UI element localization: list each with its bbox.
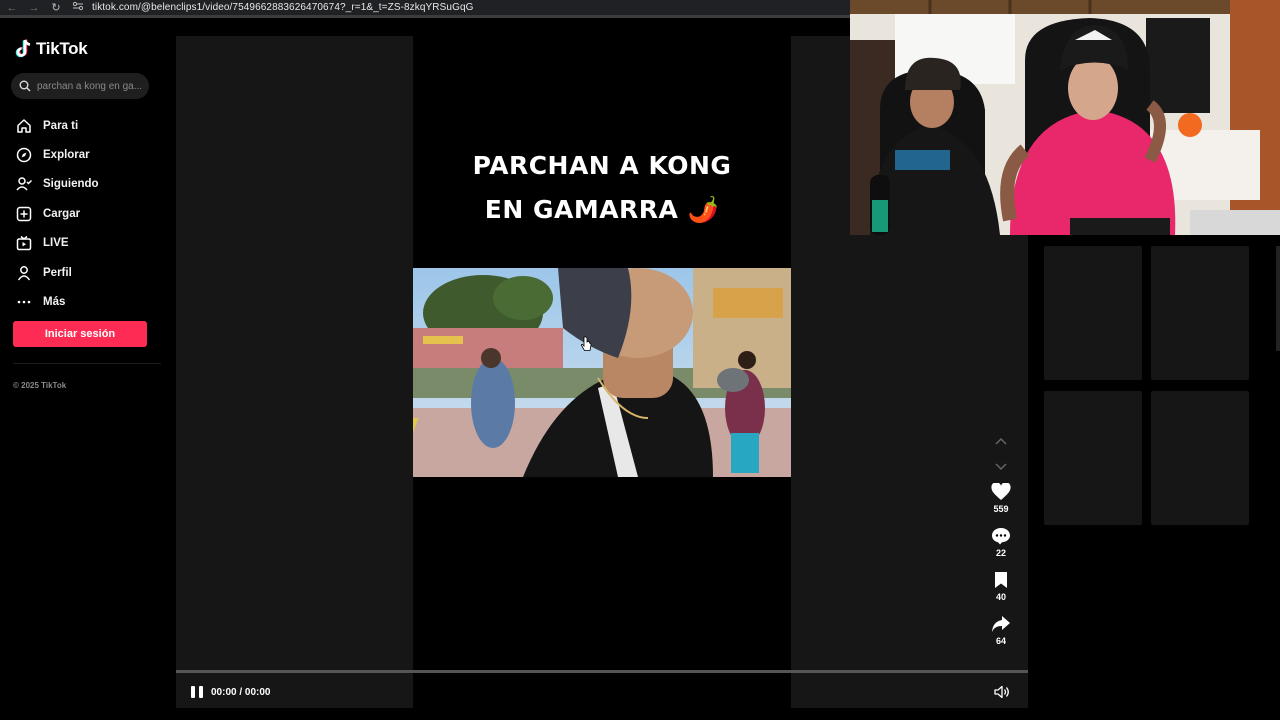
sidebar-item-label: Más [43,296,66,309]
video-controls: 00:00 / 00:00 [176,676,1028,708]
sidebar-item-explorar[interactable]: Explorar [15,140,155,169]
video-progress-bar[interactable] [176,670,1028,673]
url-text[interactable]: tiktok.com/@belenclips1/video/7549662883… [92,2,473,13]
video-frame [413,268,791,477]
sidebar-item-label: Cargar [43,207,81,220]
search-input[interactable] [37,80,141,92]
like-button[interactable]: 559 [986,483,1016,527]
search-icon [19,80,31,92]
scrollbar[interactable] [1276,246,1280,351]
video-thumbnail[interactable] [1151,246,1249,380]
back-icon[interactable]: ← [2,1,22,15]
heart-icon [991,483,1011,500]
bookmark-icon [995,572,1007,588]
browser-address-bar: ← → ↻ tiktok.com/@belenclips1/video/7549… [0,0,850,18]
tiktok-logo[interactable]: TikTok [15,39,88,59]
sidebar-item-siguiendo[interactable]: Siguiendo [15,170,155,199]
login-button[interactable]: Iniciar sesión [13,321,147,347]
webcam-overlay [850,0,1280,235]
save-button[interactable]: 40 [986,571,1016,615]
sidebar-divider [13,363,161,364]
sidebar-item-label: Para ti [43,119,79,132]
sidebar-item-mas[interactable]: Más [15,287,155,316]
chevron-up-icon[interactable] [991,428,1011,454]
reload-icon[interactable]: ↻ [46,1,66,15]
sidebar-nav: Para ti Explorar Siguiendo Cargar LIVE P… [15,111,155,317]
video-thumbnail[interactable] [1044,246,1142,380]
sidebar-item-label: Siguiendo [43,178,99,191]
sidebar-item-label: LIVE [43,237,69,250]
video-thumbnail[interactable] [1044,391,1142,525]
upload-icon [15,205,33,223]
following-icon [15,175,33,193]
sidebar-item-perfil[interactable]: Perfil [15,258,155,287]
live-icon [15,234,33,252]
search-box[interactable] [11,73,149,99]
caption-line-1: PARCHAN A KONG [472,151,732,180]
logo-text: TikTok [36,39,88,58]
volume-icon[interactable] [994,685,1010,704]
video-thumbnail[interactable] [1151,391,1249,525]
comment-icon [992,528,1010,545]
pause-button[interactable] [191,686,203,698]
chevron-down-icon[interactable] [991,454,1011,480]
share-icon [992,616,1010,632]
mouse-cursor-icon [580,336,592,357]
video-caption: PARCHAN A KONG EN GAMARRA 🌶️ [413,144,791,232]
video-time: 00:00 / 00:00 [211,686,271,698]
like-count: 559 [993,504,1009,514]
comment-button[interactable]: 22 [986,527,1016,571]
video-player[interactable]: PARCHAN A KONG EN GAMARRA 🌶️ [413,36,791,708]
pause-bar-left [191,686,195,698]
profile-icon [15,264,33,282]
caption-line-2: EN GAMARRA 🌶️ [484,195,720,224]
pause-bar-right [199,686,203,698]
tiktok-note-icon [15,39,33,59]
sidebar-item-label: Perfil [43,266,72,279]
site-settings-icon[interactable] [72,1,88,15]
sidebar-item-para-ti[interactable]: Para ti [15,111,155,140]
home-icon [15,117,33,135]
sidebar-item-live[interactable]: LIVE [15,229,155,258]
copyright-text: © 2025 TikTok [13,381,67,390]
sidebar-item-label: Explorar [43,149,90,162]
more-icon [15,293,33,311]
forward-icon[interactable]: → [24,1,44,15]
share-button[interactable]: 64 [986,615,1016,659]
sidebar: TikTok Para ti Explorar [0,21,162,720]
compass-icon [15,146,33,164]
video-nav-arrows [991,428,1011,480]
save-count: 40 [995,592,1006,602]
action-bar: 559 22 40 64 [986,483,1016,659]
comment-count: 22 [995,548,1006,558]
sidebar-item-cargar[interactable]: Cargar [15,199,155,228]
share-count: 64 [995,636,1006,646]
